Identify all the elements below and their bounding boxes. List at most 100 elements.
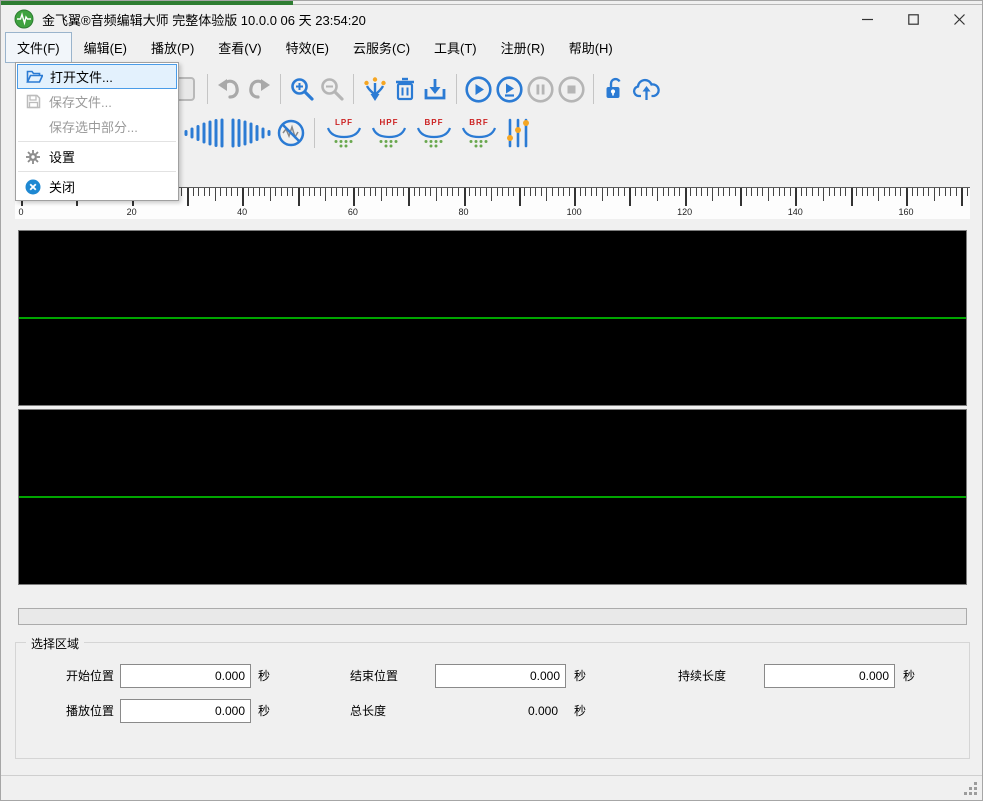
ruler-tick [768, 188, 769, 201]
playback-position-input[interactable] [120, 699, 251, 723]
ruler-tick [679, 188, 680, 196]
close-button[interactable] [936, 5, 982, 33]
filter-lpf-button[interactable]: LPF [324, 118, 364, 149]
ruler-tick [823, 188, 824, 201]
maximize-button[interactable] [890, 5, 936, 33]
ruler-tick [419, 188, 420, 196]
play-file-button[interactable] [496, 76, 523, 103]
menu-file[interactable]: 文件(F) [5, 32, 72, 63]
menu-help[interactable]: 帮助(H) [557, 32, 625, 63]
waveform-channel-left[interactable] [18, 230, 967, 406]
ruler-tick [231, 188, 232, 196]
delete-button[interactable] [392, 76, 418, 102]
gear-icon [17, 149, 49, 165]
duration-input[interactable] [764, 664, 895, 688]
ruler-tick [934, 188, 935, 201]
fade-in-button[interactable] [183, 118, 225, 148]
ruler-tick [574, 188, 576, 206]
ruler-tick [508, 188, 509, 196]
undo-button[interactable] [216, 76, 242, 102]
ruler-tick [430, 188, 431, 196]
ruler-tick [668, 188, 669, 196]
ruler-tick [375, 188, 376, 196]
filter-lpf-icon [324, 127, 364, 149]
ruler-tick [436, 188, 437, 201]
waveform-centerline [19, 317, 966, 319]
ruler-tick [270, 188, 271, 201]
total-length-value: 0.000 [435, 699, 566, 723]
menu-register[interactable]: 注册(R) [489, 32, 557, 63]
progress-bar [18, 608, 967, 625]
zoom-in-button[interactable] [289, 76, 315, 102]
redo-button[interactable] [246, 76, 272, 102]
ruler-tick [718, 188, 719, 196]
stop-button[interactable] [558, 76, 585, 103]
duration-unit: 秒 [903, 664, 915, 688]
playback-position-unit: 秒 [258, 699, 270, 723]
cloud-upload-button[interactable] [632, 76, 661, 102]
filter-brf-label: BRF [469, 118, 488, 127]
ruler-tick [198, 188, 199, 196]
toolbar-separator [207, 74, 208, 104]
close-circle-icon [17, 179, 49, 195]
toolbar-separator [456, 74, 457, 104]
menu-item-save-selection[interactable]: 保存选中部分... [17, 114, 177, 139]
ruler-tick [447, 188, 448, 196]
menu-item-close[interactable]: 关闭 [17, 174, 177, 199]
lock-button[interactable] [602, 76, 628, 102]
pause-button[interactable] [527, 76, 554, 103]
ruler-tick [287, 188, 288, 196]
ruler-tick [641, 188, 642, 196]
menu-view[interactable]: 查看(V) [206, 32, 273, 63]
fade-out-icon [230, 118, 272, 148]
menu-tools[interactable]: 工具(T) [422, 32, 489, 63]
ruler-tick [829, 188, 830, 196]
import-button[interactable] [422, 76, 448, 102]
merge-button[interactable] [362, 76, 388, 102]
stop-icon [558, 76, 585, 103]
menu-item-open-file[interactable]: 打开文件... [17, 64, 177, 89]
denoise-button[interactable] [277, 119, 305, 147]
equalizer-button[interactable] [504, 117, 532, 149]
filter-brf-button[interactable]: BRF [459, 118, 499, 149]
filter-bpf-button[interactable]: BPF [414, 118, 454, 149]
resize-grip[interactable] [963, 781, 978, 796]
ruler-tick [928, 188, 929, 196]
menu-cloud[interactable]: 云服务(C) [341, 32, 422, 63]
zoom-out-button[interactable] [319, 76, 345, 102]
menu-item-settings[interactable]: 设置 [17, 144, 177, 169]
menu-effects[interactable]: 特效(E) [274, 32, 341, 63]
playback-position-label: 播放位置 [66, 699, 114, 723]
ruler-tick [900, 188, 901, 196]
ruler-tick [303, 188, 304, 196]
ruler-tick [519, 188, 521, 206]
menu-edit[interactable]: 编辑(E) [72, 32, 139, 63]
play-button[interactable] [465, 76, 492, 103]
filter-lpf-label: LPF [335, 118, 353, 127]
toolbar-row-1 [175, 67, 661, 111]
start-position-label: 开始位置 [66, 664, 114, 688]
start-position-input[interactable] [120, 664, 251, 688]
ruler-tick [486, 188, 487, 196]
ruler-tick [652, 188, 653, 196]
ruler-tick [895, 188, 896, 196]
menu-item-label: 打开文件... [50, 67, 113, 86]
ruler-tick [685, 188, 687, 206]
menu-item-save-file[interactable]: 保存文件... [17, 89, 177, 114]
waveform-channel-right[interactable] [18, 409, 967, 585]
ruler-tick [541, 188, 542, 196]
filter-hpf-button[interactable]: HPF [369, 118, 409, 149]
ruler-tick [862, 188, 863, 196]
ruler-tick [646, 188, 647, 196]
ruler-tick [535, 188, 536, 196]
end-position-input[interactable] [435, 664, 566, 688]
denoise-icon [277, 119, 305, 147]
ruler-tick [757, 188, 758, 196]
ruler-tick [596, 188, 597, 196]
ruler-tick [204, 188, 205, 196]
ruler-tick [635, 188, 636, 196]
minimize-button[interactable] [844, 5, 890, 33]
menu-play[interactable]: 播放(P) [139, 32, 206, 63]
fade-out-button[interactable] [230, 118, 272, 148]
ruler-tick [712, 188, 713, 201]
